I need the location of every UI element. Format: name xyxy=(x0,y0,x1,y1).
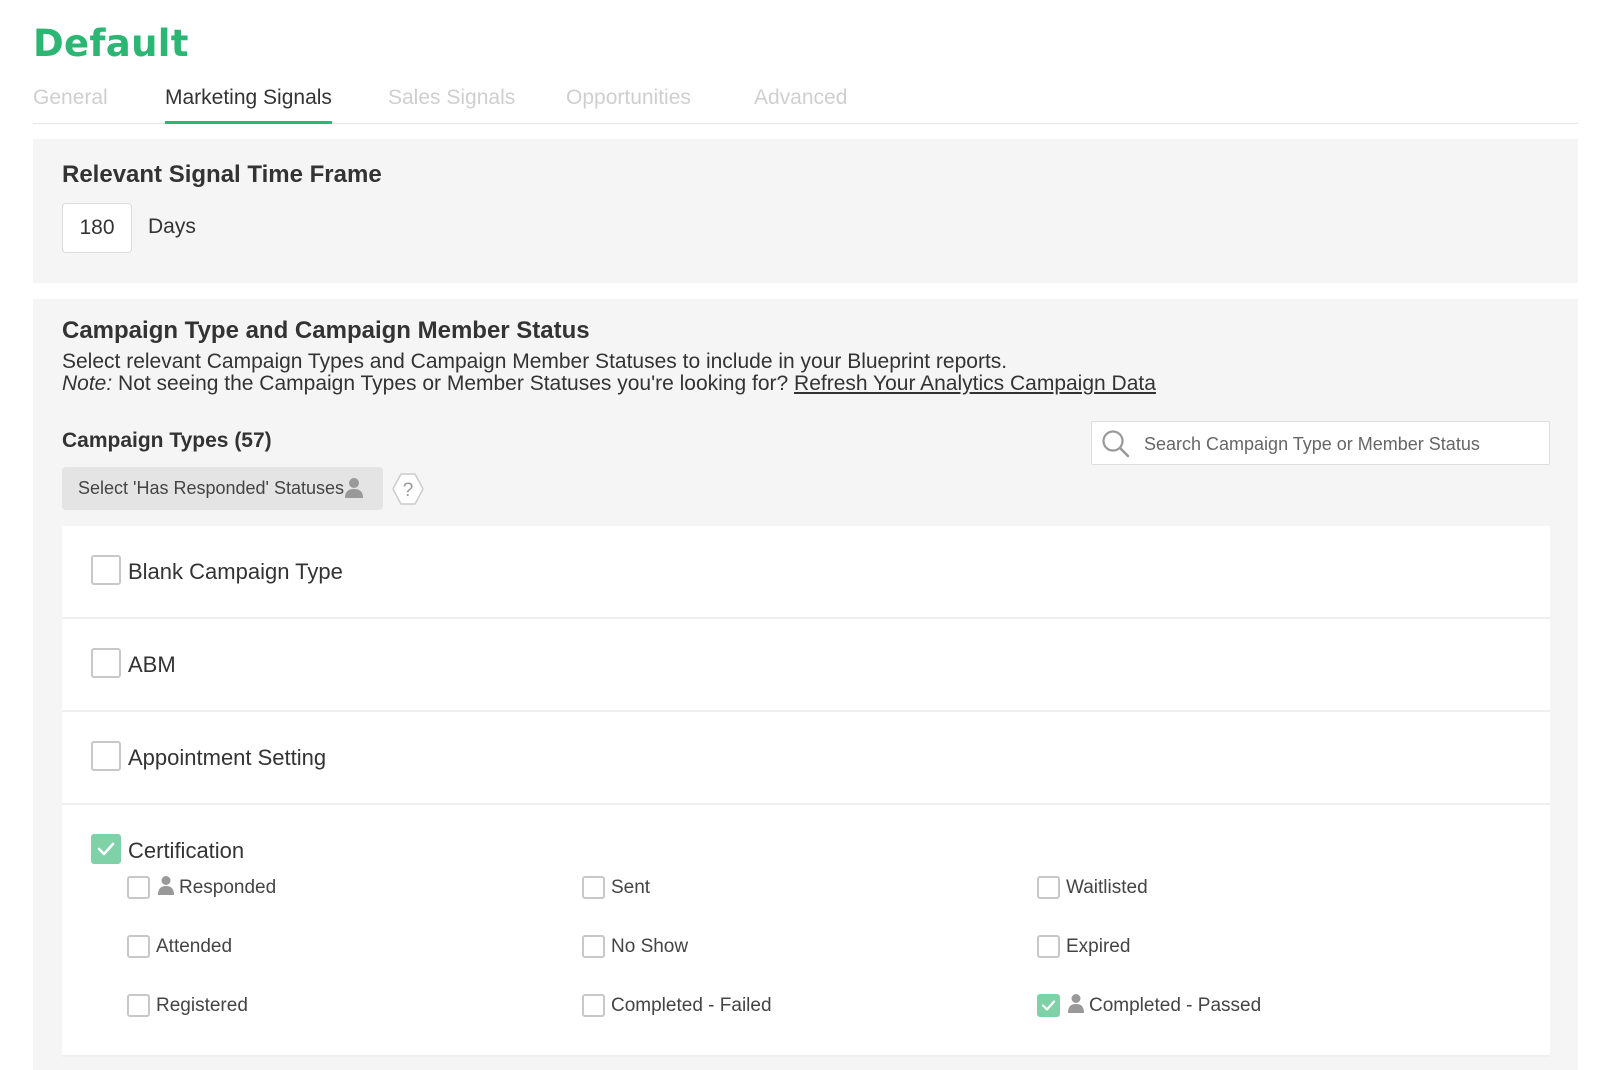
campaign-type-label: Certification xyxy=(128,838,245,863)
timeframe-unit-label: Days xyxy=(148,215,196,238)
campaign-type-label: Blank Campaign Type xyxy=(128,559,343,584)
member-status-label: Expired xyxy=(1066,936,1131,957)
help-icon[interactable]: ? xyxy=(391,472,425,506)
select-responded-statuses-button[interactable]: Select 'Has Responded' Statuses xyxy=(62,467,383,510)
member-status-checkbox[interactable] xyxy=(127,935,150,958)
campaign-type-row-expanded: Certification Responded Sent Waitlisted xyxy=(62,805,1550,1057)
refresh-campaign-data-link[interactable]: Refresh Your Analytics Campaign Data xyxy=(794,372,1156,395)
member-status-item: Completed - Passed xyxy=(1037,993,1357,1019)
member-status-item: Sent xyxy=(582,875,882,901)
campaign-type-row: Blank Campaign Type xyxy=(62,526,1550,619)
member-status-checkbox[interactable] xyxy=(582,994,605,1017)
help-glyph: ? xyxy=(403,480,414,501)
campaign-type-row: ABM xyxy=(62,619,1550,712)
member-status-checkbox[interactable] xyxy=(127,876,150,899)
member-status-checkbox[interactable] xyxy=(127,994,150,1017)
person-icon xyxy=(345,478,363,498)
campaign-heading: Campaign Type and Campaign Member Status xyxy=(62,317,590,344)
member-status-label: Completed - Passed xyxy=(1089,995,1262,1016)
campaign-search-input[interactable] xyxy=(1144,431,1539,457)
timeframe-heading: Relevant Signal Time Frame xyxy=(62,161,382,188)
member-status-item: Attended xyxy=(127,934,427,960)
campaign-type-checkbox[interactable] xyxy=(91,741,121,771)
responded-button-label: Select 'Has Responded' Statuses xyxy=(78,478,345,498)
note-label: Note: xyxy=(62,372,113,395)
campaign-type-row: Appointment Setting xyxy=(62,712,1550,805)
campaign-type-checkbox[interactable] xyxy=(91,648,121,678)
member-status-item: Expired xyxy=(1037,934,1337,960)
person-icon xyxy=(158,876,174,895)
campaign-note: Note: Not seeing the Campaign Types or M… xyxy=(62,372,1156,396)
member-status-label: Waitlisted xyxy=(1066,877,1148,898)
check-icon xyxy=(1041,1000,1056,1011)
member-status-label: Attended xyxy=(156,936,233,957)
member-status-item: Completed - Failed xyxy=(582,993,882,1019)
member-status-label: Completed - Failed xyxy=(611,995,772,1016)
campaign-type-checkbox-checked[interactable] xyxy=(91,834,121,864)
member-status-checkbox-checked[interactable] xyxy=(1037,994,1060,1017)
check-icon xyxy=(97,842,115,856)
tab-sales-signals[interactable]: Sales Signals xyxy=(388,86,515,124)
campaign-panel: Campaign Type and Campaign Member Status… xyxy=(33,299,1578,1070)
search-icon xyxy=(1102,430,1130,458)
member-status-label: Responded xyxy=(179,877,277,898)
timeframe-panel: Relevant Signal Time Frame Days xyxy=(33,139,1578,283)
campaign-type-label: Appointment Setting xyxy=(128,745,327,770)
member-status-checkbox[interactable] xyxy=(1037,935,1060,958)
note-text: Not seeing the Campaign Types or Member … xyxy=(112,372,795,395)
campaign-search-box xyxy=(1091,421,1550,465)
member-status-item: Registered xyxy=(127,993,427,1019)
campaign-type-checkbox[interactable] xyxy=(91,555,121,585)
member-status-item: Responded xyxy=(127,875,427,901)
member-status-checkbox[interactable] xyxy=(582,935,605,958)
page-title: Default xyxy=(33,22,189,65)
member-status-item: No Show xyxy=(582,934,882,960)
tab-advanced[interactable]: Advanced xyxy=(754,86,847,124)
member-status-checkbox[interactable] xyxy=(582,876,605,899)
tab-marketing-signals[interactable]: Marketing Signals xyxy=(165,86,332,124)
timeframe-days-input[interactable] xyxy=(62,203,132,253)
member-status-label: Sent xyxy=(611,877,651,898)
member-status-label: Registered xyxy=(156,995,248,1016)
member-status-item: Waitlisted xyxy=(1037,875,1337,901)
tab-bar: General Marketing Signals Sales Signals … xyxy=(33,84,1578,124)
campaign-type-list: Blank Campaign Type ABM Appointment Sett… xyxy=(62,526,1550,1057)
campaign-description: Select relevant Campaign Types and Campa… xyxy=(62,350,1008,373)
member-status-checkbox[interactable] xyxy=(1037,876,1060,899)
tab-general[interactable]: General xyxy=(33,86,108,124)
member-status-label: No Show xyxy=(611,936,689,957)
person-icon xyxy=(1068,994,1084,1013)
tab-opportunities[interactable]: Opportunities xyxy=(566,86,691,124)
campaign-type-label: ABM xyxy=(128,652,176,677)
campaign-types-heading: Campaign Types (57) xyxy=(62,429,272,452)
